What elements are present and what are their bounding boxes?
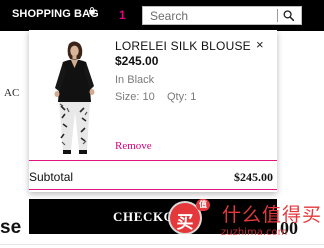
watermark-glyph: 买: [176, 213, 194, 233]
cart-dropdown: LORELEI SILK BLOUSE × $245.00 In Black S…: [29, 30, 277, 192]
product-price: $245.00: [115, 54, 159, 68]
search-input[interactable]: [143, 7, 278, 24]
product-size: Size: 10: [115, 91, 155, 103]
watermark-text: 什么值得买: [222, 204, 323, 226]
search-box: [142, 6, 302, 25]
product-color: In Black: [115, 74, 155, 86]
watermark-badge: 值: [196, 199, 210, 211]
watermark-logo: 买: [170, 203, 200, 233]
remove-link[interactable]: Remove: [115, 140, 152, 152]
search-icon[interactable]: [282, 9, 296, 23]
search-divider: [277, 9, 278, 22]
shopping-bag-link[interactable]: SHOPPING BAG: [12, 8, 99, 20]
close-icon[interactable]: ×: [256, 37, 264, 52]
background-heading-fragment: se: [0, 217, 22, 238]
subtotal-label: Subtotal: [29, 170, 74, 184]
divider: [0, 244, 324, 245]
product-quantity: Qty: 1: [167, 91, 197, 103]
bag-count-badge[interactable]: 1: [119, 8, 126, 22]
divider: [29, 189, 277, 190]
product-name[interactable]: LORELEI SILK BLOUSE: [115, 39, 251, 53]
bag-icon: [89, 7, 95, 15]
divider: [29, 160, 277, 161]
watermark-url: zuzhima.com: [221, 227, 288, 238]
subtotal-value: $245.00: [234, 170, 273, 184]
top-nav-bar: SHOPPING BAG 1: [0, 0, 324, 31]
product-image[interactable]: [41, 38, 107, 158]
background-text-fragment: AC: [4, 87, 20, 99]
